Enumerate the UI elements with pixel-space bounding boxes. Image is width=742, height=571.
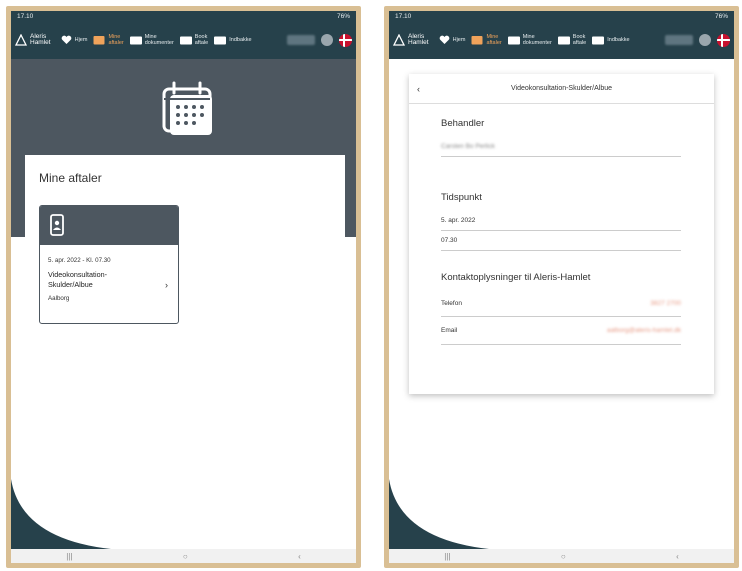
status-bar: 17.10 76% bbox=[11, 11, 356, 21]
email-value[interactable]: aalborg@aleris-hamlet.dk bbox=[607, 327, 681, 334]
nav-documents[interactable]: Mine dokumenter bbox=[129, 34, 174, 46]
status-bar: 17.10 76% bbox=[389, 11, 734, 21]
avatar[interactable] bbox=[699, 34, 711, 46]
phone-row: Telefon 3827 2700 bbox=[441, 291, 681, 317]
behandler-row: Carsten Bo Perlick bbox=[441, 137, 681, 157]
chevron-right-icon[interactable]: › bbox=[165, 280, 168, 290]
appointment-title-line1: Videokonsultation- bbox=[48, 270, 108, 279]
folder-icon bbox=[507, 36, 520, 44]
date-value: 5. apr. 2022 bbox=[441, 217, 476, 224]
nav-book[interactable]: Book aftale bbox=[557, 34, 587, 46]
contact-section: Kontaktoplysninger til Aleris-Hamlet Tel… bbox=[441, 272, 681, 345]
detail-header: ‹ Videokonsultation-Skulder/Albue bbox=[409, 74, 714, 104]
status-battery: 76% bbox=[714, 12, 728, 20]
app-window-right: 17.10 76% Aleris Hamlet Hjem Mine aftaler … bbox=[389, 11, 734, 563]
top-nav: Aleris Hamlet Hjem Mine aftaler Mine dokume… bbox=[389, 21, 734, 59]
nav-documents-label-2: dokumenter bbox=[522, 40, 552, 46]
tidspunkt-heading: Tidspunkt bbox=[441, 192, 482, 203]
tablet-screen-left: 17.10 76% Aleris Hamlet Hjem Mine aftaler … bbox=[6, 6, 361, 568]
aleris-logo[interactable]: Aleris Hamlet bbox=[15, 33, 51, 47]
user-name-blurred[interactable] bbox=[665, 35, 693, 45]
folder-icon bbox=[129, 36, 142, 44]
home-button[interactable]: ○ bbox=[183, 552, 188, 561]
nav-inbox[interactable]: Indbakke bbox=[592, 36, 630, 45]
email-label: Email bbox=[441, 327, 458, 334]
decorative-wave bbox=[11, 479, 111, 549]
system-nav-bar: ||| ○ ‹ bbox=[389, 549, 734, 563]
logo-icon bbox=[393, 34, 405, 46]
mail-icon bbox=[214, 36, 227, 44]
nav-appointments[interactable]: Mine aftaler bbox=[471, 34, 502, 46]
decorative-wave bbox=[389, 479, 489, 549]
appointment-detail-panel: ‹ Videokonsultation-Skulder/Albue Behand… bbox=[409, 74, 714, 394]
user-name-blurred[interactable] bbox=[287, 35, 315, 45]
recent-apps-button[interactable]: ||| bbox=[444, 552, 450, 561]
home-button[interactable]: ○ bbox=[561, 552, 566, 561]
status-time: 17.10 bbox=[395, 12, 412, 20]
date-row: 5. apr. 2022 bbox=[441, 211, 681, 231]
logo-icon bbox=[15, 34, 27, 46]
app-window-left: 17.10 76% Aleris Hamlet Hjem Mine aftaler … bbox=[11, 11, 356, 563]
behandler-section: Behandler Carsten Bo Perlick bbox=[441, 118, 681, 157]
nav-home-label: Hjem bbox=[452, 37, 466, 43]
behandler-heading: Behandler bbox=[441, 118, 485, 129]
phone-label: Telefon bbox=[441, 300, 462, 307]
nav-appointments[interactable]: Mine aftaler bbox=[93, 34, 124, 46]
nav-documents-label-2: dokumenter bbox=[144, 40, 174, 46]
hero-calendar-icon bbox=[162, 81, 212, 135]
nav-home[interactable]: Hjem bbox=[61, 35, 88, 45]
appointment-date: 5. apr. 2022 - Kl. 07.30 bbox=[48, 257, 111, 264]
book-calendar-icon bbox=[557, 36, 570, 44]
tablet-screen-right: 17.10 76% Aleris Hamlet Hjem Mine aftaler … bbox=[384, 6, 739, 568]
tidspunkt-section: Tidspunkt 5. apr. 2022 07.30 bbox=[441, 192, 681, 251]
danish-flag-icon[interactable] bbox=[717, 33, 730, 47]
aleris-logo[interactable]: Aleris Hamlet bbox=[393, 33, 429, 47]
status-battery: 76% bbox=[336, 12, 350, 20]
time-value: 07.30 bbox=[441, 237, 458, 244]
appointment-card-header bbox=[40, 206, 178, 245]
heart-icon bbox=[439, 35, 449, 44]
detail-title: Videokonsultation-Skulder/Albue bbox=[510, 85, 613, 92]
nav-book-label-2: aftale bbox=[572, 40, 587, 46]
nav-home[interactable]: Hjem bbox=[439, 35, 466, 45]
nav-book[interactable]: Book aftale bbox=[179, 34, 209, 46]
nav-documents[interactable]: Mine dokumenter bbox=[507, 34, 552, 46]
calendar-icon bbox=[93, 36, 105, 45]
appointment-title: Videokonsultation- Skulder/Albue bbox=[48, 270, 148, 290]
appointments-panel: Mine aftaler 5. apr. 2022 - Kl. 07.30 Vi… bbox=[25, 155, 345, 324]
appointment-card[interactable]: 5. apr. 2022 - Kl. 07.30 Videokonsultati… bbox=[39, 205, 179, 324]
nav-inbox-label: Indbakke bbox=[229, 37, 252, 43]
nav-inbox[interactable]: Indbakke bbox=[214, 36, 252, 45]
avatar[interactable] bbox=[321, 34, 333, 46]
logo-text-2: Hamlet bbox=[408, 39, 429, 46]
appointment-title-line2: Skulder/Albue bbox=[48, 280, 93, 289]
recent-apps-button[interactable]: ||| bbox=[66, 552, 72, 561]
top-nav: Aleris Hamlet Hjem Mine aftaler Mine dokume… bbox=[11, 21, 356, 59]
system-nav-bar: ||| ○ ‹ bbox=[11, 549, 356, 563]
appointment-location: Aalborg bbox=[48, 295, 70, 302]
email-row: Email aalborg@aleris-hamlet.dk bbox=[441, 317, 681, 345]
book-calendar-icon bbox=[179, 36, 192, 44]
back-button[interactable]: ‹ bbox=[676, 552, 679, 561]
nav-appointments-label-2: aftaler bbox=[108, 40, 124, 46]
behandler-value: Carsten Bo Perlick bbox=[441, 143, 495, 150]
nav-appointments-label-2: aftaler bbox=[486, 40, 502, 46]
mail-icon bbox=[592, 36, 605, 44]
nav-home-label: Hjem bbox=[74, 37, 88, 43]
status-time: 17.10 bbox=[17, 12, 34, 20]
logo-text-2: Hamlet bbox=[30, 39, 51, 46]
danish-flag-icon[interactable] bbox=[339, 33, 352, 47]
back-button[interactable]: ‹ bbox=[298, 552, 301, 561]
heart-icon bbox=[61, 35, 71, 44]
time-row: 07.30 bbox=[441, 231, 681, 251]
nav-book-label-2: aftale bbox=[194, 40, 209, 46]
page-title: Mine aftaler bbox=[39, 171, 102, 185]
phone-video-icon bbox=[50, 214, 64, 236]
contact-heading: Kontaktoplysninger til Aleris-Hamlet bbox=[441, 272, 591, 283]
nav-inbox-label: Indbakke bbox=[607, 37, 630, 43]
calendar-icon bbox=[471, 36, 483, 45]
phone-value[interactable]: 3827 2700 bbox=[650, 300, 681, 307]
